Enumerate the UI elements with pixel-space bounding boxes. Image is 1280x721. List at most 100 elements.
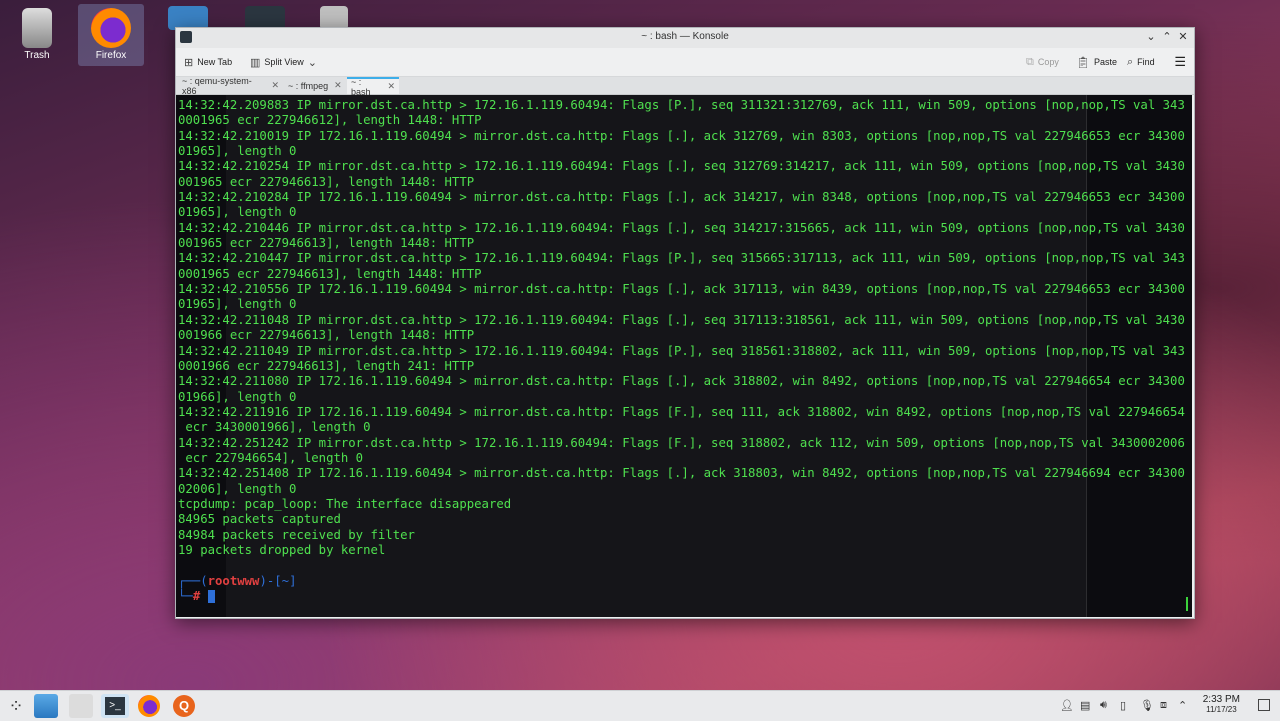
terminal-line: 0001966 ecr 227946613], length 241: HTTP	[178, 358, 475, 373]
taskbar-firefox[interactable]	[137, 694, 161, 718]
trash-icon	[22, 8, 52, 48]
terminal-line: 001966 ecr 227946613], length 1448: HTTP	[178, 328, 475, 343]
desktop-icon-label: Firefox	[95, 50, 127, 61]
tab-ffmpeg[interactable]: ~ : ffmpeg ✕	[284, 77, 346, 94]
terminal-line: 84984 packets received by filter	[178, 527, 415, 542]
find-button[interactable]: ⌕ Find	[1127, 54, 1155, 70]
close-button[interactable]: ✕	[1176, 30, 1190, 44]
terminal-line: 01965], length 0	[178, 144, 297, 159]
prompt-close: )-[~]	[259, 573, 297, 588]
minimize-button[interactable]: ⌄	[1144, 30, 1158, 44]
close-icon: ✕	[1178, 31, 1188, 43]
tab-bar: ~ : qemu-system-x86 ✕ ~ : ffmpeg ✕ ~ : b…	[176, 76, 1194, 97]
tab-qemu[interactable]: ~ : qemu-system-x86 ✕	[178, 76, 283, 96]
terminal-line: 02006], length 0	[178, 481, 297, 496]
terminal-line: 14:32:42.211048 IP mirror.dst.ca.http > …	[178, 312, 1185, 327]
paste-label: Paste	[1093, 57, 1117, 67]
taskbar: ⁘ >_ Q 👤︎ ▤ 🔊︎ ▯ 🎙︎ ⧈ ⌃ 2:33 PM 11/17/23	[0, 690, 1280, 721]
hamburger-menu-button[interactable]: ☰	[1174, 54, 1186, 70]
new-tab-button[interactable]: ⊞ New Tab	[184, 54, 232, 70]
close-icon[interactable]: ✕	[271, 80, 279, 91]
new-tab-label: New Tab	[197, 57, 233, 67]
scrollbar[interactable]	[1186, 597, 1188, 611]
terminal-line: 14:32:42.210019 IP 172.16.1.119.60494 > …	[178, 128, 1185, 143]
split-view-button[interactable]: ▥ Split View ⌄	[250, 54, 317, 70]
terminal-line: 01965], length 0	[178, 205, 297, 220]
prompt-hash: #	[192, 589, 201, 603]
clock[interactable]: 2:33 PM 11/17/23	[1203, 694, 1240, 714]
terminal-line: 84965 packets captured	[178, 512, 341, 527]
split-view-label: Split View	[264, 57, 304, 67]
battery-icon[interactable]: ▯	[1120, 699, 1126, 712]
terminal-line: 001965 ecr 227946613], length 1448: HTTP	[178, 236, 475, 251]
terminal-line: 0001965 ecr 227946612], length 1448: HTT…	[178, 113, 482, 128]
split-view-icon: ▥	[250, 56, 261, 69]
toolbar: ⊞ New Tab ▥ Split View ⌄ ⧉ Copy 📋︎ Paste…	[176, 48, 1194, 77]
taskbar-document[interactable]	[69, 694, 93, 718]
terminal-line: 01966], length 0	[178, 389, 297, 404]
prompt-input-line[interactable]: └─#	[178, 589, 1178, 604]
find-label: Find	[1137, 57, 1155, 67]
copy-label: Copy	[1037, 57, 1059, 67]
prompt-line: ┌──(rootwww)-[~]	[178, 574, 1178, 589]
firefox-icon	[91, 8, 131, 48]
firefox-icon	[138, 695, 160, 717]
chevron-down-icon: ⌄	[1146, 31, 1156, 43]
copy-button[interactable]: ⧉ Copy	[1026, 54, 1059, 70]
taskbar-files[interactable]	[34, 694, 58, 718]
terminal-line: 14:32:42.251408 IP 172.16.1.119.60494 > …	[178, 466, 1185, 481]
taskbar-konsole[interactable]: >_	[101, 694, 129, 718]
terminal-line: tcpdump: pcap_loop: The interface disapp…	[178, 496, 512, 511]
close-icon[interactable]: ✕	[387, 81, 395, 92]
launcher-icon: ⁘	[8, 696, 24, 716]
maximize-button[interactable]: ⌃	[1160, 30, 1174, 44]
desktop-icon-firefox[interactable]: Firefox	[78, 4, 144, 66]
terminal-line: 14:32:42.209883 IP mirror.dst.ca.http > …	[178, 98, 1185, 112]
tab-bash[interactable]: ~ : bash ✕	[347, 76, 399, 97]
terminal-line: 19 packets dropped by kernel	[178, 542, 386, 557]
microphone-icon[interactable]: 🎙︎	[1140, 699, 1154, 712]
prompt-corner: └─	[178, 589, 193, 603]
terminal-line: 0001965 ecr 227946613], length 1448: HTT…	[178, 266, 482, 281]
konsole-window: ~ : bash — Konsole ⌄ ⌃ ✕ ⊞ New Tab ▥ Spl…	[175, 27, 1195, 619]
show-desktop-button[interactable]	[1258, 699, 1270, 711]
terminal-line: 14:32:42.251242 IP mirror.dst.ca.http > …	[178, 435, 1185, 450]
window-title: ~ : bash — Konsole	[641, 31, 729, 42]
new-tab-icon: ⊞	[184, 56, 194, 69]
tab-label: ~ : bash	[351, 76, 371, 97]
app-launcher-button[interactable]: ⁘	[4, 694, 28, 718]
terminal-line: 14:32:42.210556 IP 172.16.1.119.60494 > …	[178, 282, 1185, 297]
taskbar-qemu[interactable]: Q	[172, 694, 196, 718]
terminal-icon: >_	[105, 697, 125, 715]
clipboard-icon[interactable]: ▤	[1080, 699, 1090, 712]
terminal-view[interactable]: 14:32:42.209883 IP mirror.dst.ca.http > …	[176, 95, 1192, 617]
close-icon[interactable]: ✕	[334, 80, 342, 91]
terminal-line: 14:32:42.210447 IP mirror.dst.ca.http > …	[178, 251, 1185, 266]
title-bar[interactable]: ~ : bash — Konsole ⌄ ⌃ ✕	[176, 28, 1194, 48]
desktop-icon-label: Trash	[24, 50, 50, 61]
terminal-line: ecr 3430001966], length 0	[178, 420, 371, 435]
chevron-down-icon: ⌄	[307, 56, 317, 69]
chevron-up-icon[interactable]: ⌃	[1178, 699, 1187, 712]
terminal-line: 14:32:42.211916 IP 172.16.1.119.60494 > …	[178, 404, 1185, 419]
text-cursor	[207, 590, 215, 603]
chevron-up-icon: ⌃	[1162, 31, 1172, 43]
paste-button[interactable]: 📋︎ Paste	[1076, 54, 1117, 70]
clock-date: 11/17/23	[1206, 705, 1237, 714]
user-icon[interactable]: 👤︎	[1060, 699, 1074, 712]
prompt-open: ┌──(	[178, 573, 208, 588]
network-icon[interactable]: ⧈	[1160, 699, 1167, 712]
copy-icon: ⧉	[1026, 55, 1034, 68]
terminal-line: 14:32:42.211080 IP 172.16.1.119.60494 > …	[178, 374, 1185, 389]
hamburger-icon: ☰	[1174, 54, 1186, 69]
desktop-icon-trash[interactable]: Trash	[4, 4, 70, 66]
terminal-line: 01965], length 0	[178, 297, 297, 312]
terminal-line: 14:32:42.210254 IP mirror.dst.ca.http > …	[178, 159, 1185, 174]
qemu-icon: Q	[173, 695, 195, 717]
terminal-line: 14:32:42.210446 IP mirror.dst.ca.http > …	[178, 220, 1185, 235]
terminal-line: 14:32:42.211049 IP mirror.dst.ca.http > …	[178, 343, 1185, 358]
prompt-user: rootwww	[207, 573, 260, 588]
volume-icon[interactable]: 🔊︎	[1100, 699, 1107, 712]
tab-label: ~ : ffmpeg	[288, 80, 329, 91]
